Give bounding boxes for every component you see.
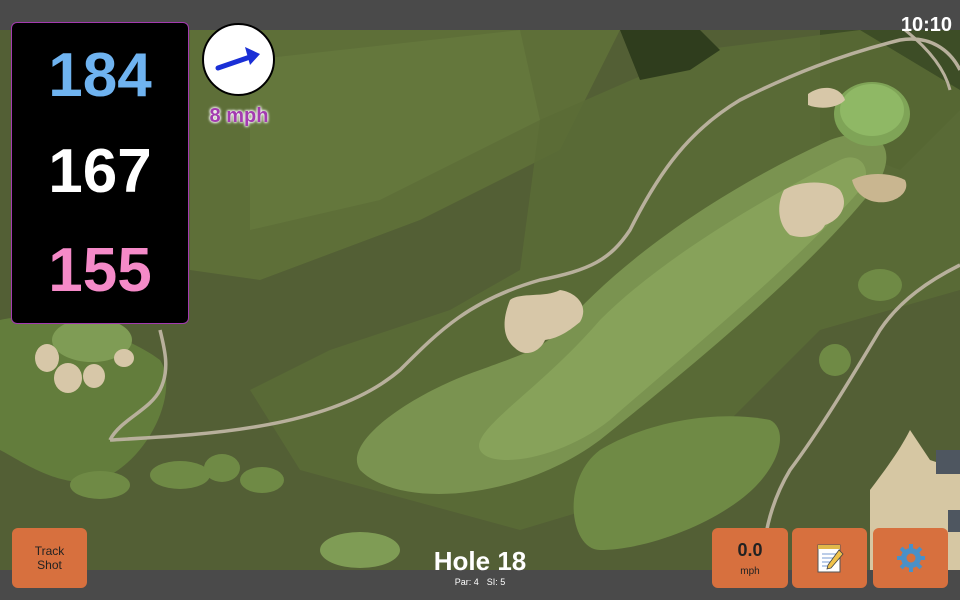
wind-direction-dial	[202, 23, 275, 96]
yardage-panel: 184 167 155	[11, 22, 189, 324]
wind-speed: 8 mph	[209, 105, 269, 127]
hole-meta: Par: 4 SI: 5	[400, 577, 560, 587]
clock: 10:10	[900, 14, 952, 36]
settings-button[interactable]	[873, 528, 948, 588]
speed-button[interactable]: 0.0 mph	[712, 528, 788, 588]
gear-icon	[896, 544, 925, 572]
notes-button[interactable]	[792, 528, 867, 588]
track-shot-button[interactable]: Track Shot	[12, 528, 87, 588]
notepad-icon	[817, 544, 844, 573]
back-yardage: 184	[48, 41, 152, 110]
speed-value: 0.0	[737, 539, 763, 560]
speed-unit: mph	[740, 565, 760, 577]
hole-title: Hole 18	[433, 546, 527, 576]
hole-par: Par: 4	[454, 577, 479, 587]
middle-yardage: 167	[48, 137, 152, 206]
front-yardage: 155	[48, 236, 152, 305]
hole-stroke-index: SI: 5	[486, 577, 506, 587]
wind-arrow-icon	[215, 47, 260, 71]
